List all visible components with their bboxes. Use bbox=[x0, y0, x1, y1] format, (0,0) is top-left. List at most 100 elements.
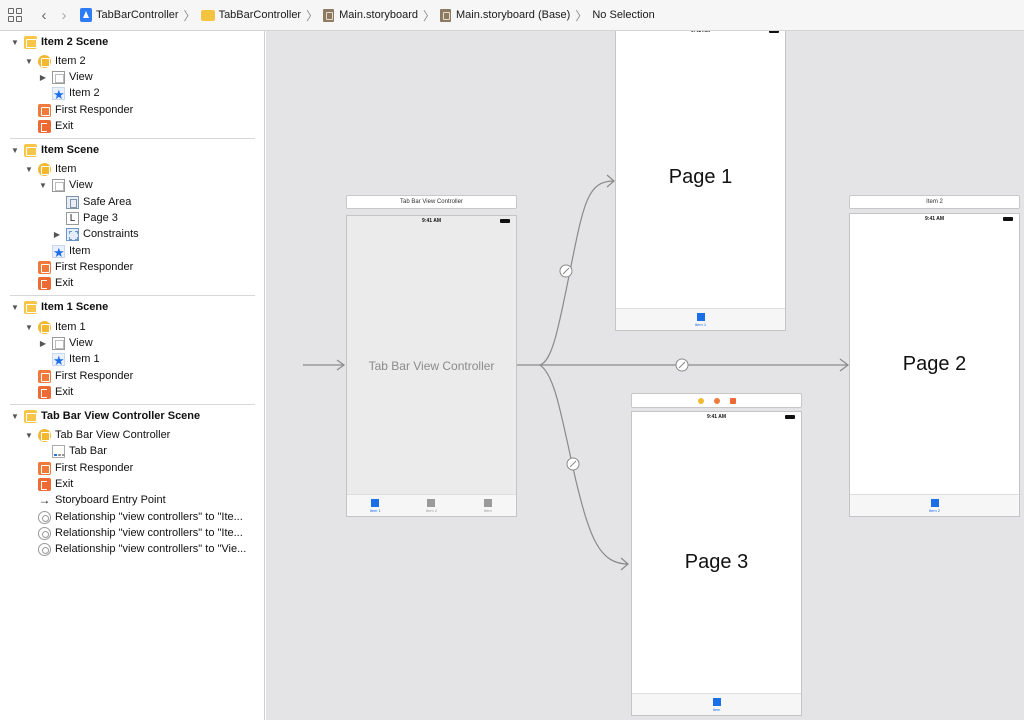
tab-bar[interactable]: Item bbox=[632, 693, 801, 715]
tab-bar-controller-icon bbox=[38, 428, 51, 442]
related-items-grid-icon[interactable] bbox=[8, 8, 22, 22]
outline-row[interactable]: ★ Item bbox=[52, 243, 90, 259]
page2-view[interactable]: 9:41 AM Page 2 Item 2 bbox=[849, 213, 1020, 517]
tab-bar[interactable]: Item 2 bbox=[850, 494, 1019, 516]
outline-label: Safe Area bbox=[83, 196, 132, 208]
tab-bar-controller-view[interactable]: 9:41 AM Tab Bar View Controller Item 1 I… bbox=[346, 215, 517, 517]
breadcrumb-project[interactable]: TabBarController 〉 bbox=[80, 7, 201, 24]
exit-icon[interactable] bbox=[730, 398, 736, 404]
breadcrumb-storyboard[interactable]: Main.storyboard 〉 bbox=[323, 7, 440, 24]
status-time: 9:41 AM bbox=[422, 218, 441, 224]
chevron-right-icon: 〉 bbox=[306, 8, 319, 23]
tab-item-2[interactable]: Item 2 bbox=[850, 495, 1019, 516]
outline-label: Tab Bar View Controller Scene bbox=[41, 410, 201, 422]
disclosure-triangle-icon[interactable]: ▼ bbox=[10, 38, 20, 47]
tab-item-1[interactable]: Item 1 bbox=[616, 309, 785, 330]
disclosure-triangle-icon[interactable]: ▼ bbox=[24, 323, 34, 332]
outline-label: Item 1 bbox=[69, 353, 100, 365]
outline-row[interactable]: ★ Item 2 bbox=[52, 85, 100, 101]
storyboard-canvas[interactable]: Tab Bar View Controller 9:41 AM Tab Bar … bbox=[266, 31, 1024, 720]
outline-row[interactable]: Exit bbox=[38, 118, 73, 134]
breadcrumb-selection[interactable]: No Selection bbox=[592, 9, 654, 21]
scene-title-item2[interactable]: Item 2 bbox=[849, 195, 1020, 209]
outline-row[interactable]: ★ Item 1 bbox=[52, 351, 100, 367]
outline-row[interactable]: ▶ View bbox=[38, 69, 93, 85]
outline-row[interactable]: Relationship "view controllers" to "Ite.… bbox=[38, 509, 243, 525]
outline-row[interactable]: → Storyboard Entry Point bbox=[38, 492, 166, 508]
outline-row[interactable]: Exit bbox=[38, 476, 73, 492]
outline-row[interactable]: ▼ Item 2 bbox=[24, 53, 86, 69]
page2-label: Page 2 bbox=[902, 353, 967, 375]
outline-row[interactable]: First Responder bbox=[38, 102, 133, 118]
outline-row[interactable]: Relationship "view controllers" to "Ite.… bbox=[38, 525, 243, 541]
tab-bar[interactable]: Item 1 bbox=[616, 308, 785, 330]
segue-to-page1[interactable] bbox=[539, 180, 615, 366]
outline-row[interactable]: Relationship "view controllers" to "Vie.… bbox=[38, 541, 246, 557]
tab-label: Item 1 bbox=[694, 322, 707, 327]
first-responder-icon bbox=[38, 103, 51, 117]
outline-row[interactable]: ▼ Tab Bar View Controller bbox=[24, 427, 170, 443]
outline-row[interactable]: ▼ Item bbox=[24, 161, 76, 177]
first-responder-icon[interactable] bbox=[714, 398, 720, 404]
outline-row[interactable]: Tab Bar bbox=[52, 443, 107, 459]
disclosure-triangle-icon[interactable]: ▼ bbox=[24, 57, 34, 66]
outline-row[interactable]: Exit bbox=[38, 275, 73, 291]
outline-row[interactable]: ▼ Item 1 bbox=[24, 319, 86, 335]
outline-row[interactable]: L Page 3 bbox=[66, 210, 118, 226]
breadcrumb-label: TabBarController bbox=[218, 9, 302, 21]
tab-label: Item 2 bbox=[928, 508, 941, 513]
outline-row[interactable]: ▶ View bbox=[38, 335, 93, 351]
back-chevron-icon[interactable]: ‹ bbox=[34, 8, 54, 23]
outline-scene-item2[interactable]: ▼ Item 2 Scene bbox=[10, 34, 108, 50]
segue-to-page3[interactable] bbox=[539, 364, 629, 565]
outline-scene-item1[interactable]: ▼ Item 1 Scene bbox=[10, 299, 108, 315]
page3-view[interactable]: 9:41 AM Page 3 Item bbox=[631, 411, 802, 716]
disclosure-triangle-icon[interactable]: ▼ bbox=[10, 146, 20, 155]
outline-row[interactable]: Safe Area bbox=[66, 194, 131, 210]
outline-row[interactable]: Exit bbox=[38, 384, 73, 400]
outline-row[interactable]: ▼ View bbox=[38, 177, 93, 193]
section-divider bbox=[10, 138, 255, 139]
project-icon bbox=[80, 8, 92, 22]
battery-icon bbox=[785, 415, 795, 419]
tab-bar[interactable]: Item 1 Item 2 Item bbox=[347, 494, 516, 516]
outline-row[interactable]: First Responder bbox=[38, 259, 133, 275]
tab-bar-controller-label: Tab Bar View Controller bbox=[368, 359, 495, 373]
outline-label: Item 2 bbox=[69, 87, 100, 99]
outline-row[interactable]: ▶ Constraints bbox=[52, 226, 139, 242]
disclosure-triangle-icon[interactable]: ▼ bbox=[24, 431, 34, 440]
first-responder-icon bbox=[38, 461, 51, 475]
outline-label: Item 1 bbox=[55, 321, 86, 333]
entry-arrow-icon: → bbox=[38, 492, 51, 507]
outline-scene-tabbar[interactable]: ▼ Tab Bar View Controller Scene bbox=[10, 408, 200, 424]
breadcrumb: TabBarController 〉 TabBarController 〉 Ma… bbox=[80, 7, 655, 24]
outline-row[interactable]: First Responder bbox=[38, 460, 133, 476]
outline-label: Exit bbox=[55, 386, 74, 398]
disclosure-triangle-icon[interactable]: ▶ bbox=[52, 230, 62, 239]
view-icon bbox=[52, 178, 65, 192]
disclosure-triangle-icon[interactable]: ▼ bbox=[10, 412, 20, 421]
forward-chevron-icon[interactable]: › bbox=[54, 8, 74, 23]
breadcrumb-group[interactable]: TabBarController 〉 bbox=[200, 7, 324, 24]
tab-item-2[interactable]: Item 2 bbox=[403, 495, 459, 516]
outline-label: Item 1 Scene bbox=[41, 301, 109, 313]
outline-scene-item[interactable]: ▼ Item Scene bbox=[10, 142, 99, 158]
tab-square-icon bbox=[696, 313, 705, 321]
outline-row[interactable]: First Responder bbox=[38, 368, 133, 384]
scene-title-tab-bar-controller[interactable]: Tab Bar View Controller bbox=[346, 195, 517, 209]
scene-dock[interactable] bbox=[631, 393, 802, 408]
outline-label: Item bbox=[55, 163, 77, 175]
outline-label: Exit bbox=[55, 277, 74, 289]
disclosure-triangle-icon[interactable]: ▶ bbox=[38, 339, 48, 348]
view-controller-icon[interactable] bbox=[698, 398, 704, 404]
breadcrumb-storyboard-base[interactable]: Main.storyboard (Base) 〉 bbox=[440, 7, 592, 24]
outline-label: View bbox=[69, 71, 93, 83]
disclosure-triangle-icon[interactable]: ▶ bbox=[38, 73, 48, 82]
page1-view[interactable]: 9:41 AM Page 1 Item 1 bbox=[615, 31, 786, 331]
tab-item-3[interactable]: Item bbox=[460, 495, 516, 516]
disclosure-triangle-icon[interactable]: ▼ bbox=[24, 165, 34, 174]
tab-item-3[interactable]: Item bbox=[632, 694, 801, 715]
disclosure-triangle-icon[interactable]: ▼ bbox=[38, 181, 48, 190]
tab-item-1[interactable]: Item 1 bbox=[347, 495, 403, 516]
disclosure-triangle-icon[interactable]: ▼ bbox=[10, 303, 20, 312]
